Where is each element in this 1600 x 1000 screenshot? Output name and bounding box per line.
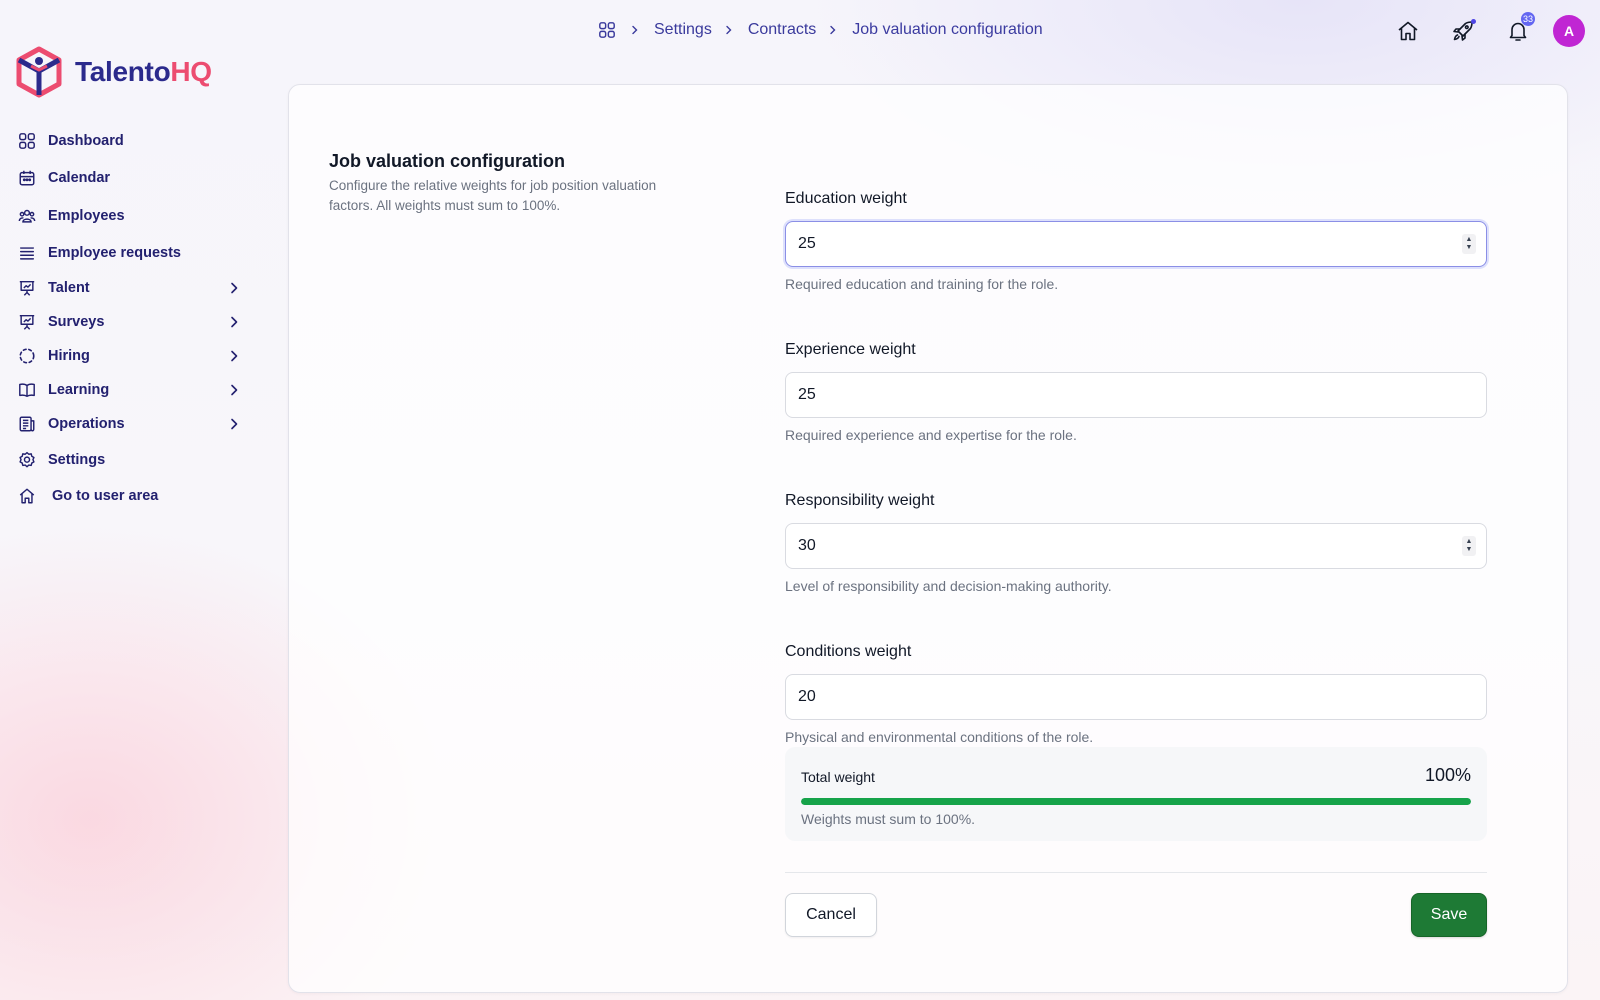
experience-weight-input-wrapper	[785, 372, 1487, 418]
experience-weight-field: Experience weight Required experience an…	[785, 341, 1487, 443]
total-weight-progress-track	[801, 798, 1471, 805]
total-weight-summary: Total weight 100% Weights must sum to 10…	[785, 747, 1487, 841]
brand-name-part2: HQ	[170, 56, 212, 87]
new-indicator-dot	[1471, 19, 1476, 24]
education-weight-input[interactable]	[798, 235, 1474, 253]
grid-icon	[16, 130, 38, 152]
dashed-circle-icon	[16, 345, 38, 367]
calendar-icon	[16, 167, 38, 189]
whats-new-button[interactable]	[1446, 14, 1480, 48]
chevron-right-icon	[724, 24, 736, 36]
chevron-right-icon[interactable]	[226, 314, 242, 330]
top-actions: 33 A	[1370, 12, 1585, 48]
sidebar: TalentoHQ Dashboard Calendar Employees E…	[0, 0, 270, 1000]
sidebar-item-employees[interactable]: Employees	[16, 201, 242, 231]
home-button[interactable]	[1391, 14, 1425, 48]
stepper-down-icon[interactable]: ▼	[1466, 244, 1473, 252]
sidebar-item-label: Settings	[48, 452, 106, 468]
chevron-right-icon[interactable]	[226, 280, 242, 296]
field-label: Education weight	[785, 190, 907, 207]
total-weight-progress-fill	[801, 798, 1471, 805]
home-icon	[1398, 21, 1418, 41]
field-label: Conditions weight	[785, 643, 912, 660]
chevron-right-icon[interactable]	[226, 348, 242, 364]
breadcrumb-settings[interactable]: Settings	[654, 21, 712, 39]
stepper-down-icon[interactable]: ▼	[1466, 546, 1473, 554]
chevron-right-icon[interactable]	[226, 416, 242, 432]
sidebar-item-label: Hiring	[48, 348, 90, 364]
responsibility-weight-field: Responsibility weight ▲ ▼ Level of respo…	[785, 492, 1487, 594]
field-label: Responsibility weight	[785, 492, 935, 509]
form-divider	[785, 872, 1487, 873]
section-description: Configure the relative weights for job p…	[329, 178, 657, 213]
stepper-up-icon[interactable]: ▲	[1466, 538, 1473, 546]
sidebar-item-settings[interactable]: Settings	[16, 445, 242, 475]
breadcrumb-current-page[interactable]: Job valuation configuration	[852, 21, 1042, 39]
sidebar-item-operations[interactable]: Operations	[16, 409, 242, 439]
stepper-up-icon[interactable]: ▲	[1466, 236, 1473, 244]
sidebar-item-label: Operations	[48, 416, 125, 432]
home-icon	[16, 485, 38, 507]
total-weight-label: Total weight	[801, 769, 875, 785]
sidebar-item-label: Surveys	[48, 314, 105, 330]
responsibility-weight-input-wrapper: ▲ ▼	[785, 523, 1487, 569]
total-weight-value: 100%	[1424, 765, 1471, 785]
sidebar-item-label: Dashboard	[48, 133, 124, 149]
avatar[interactable]: A	[1553, 15, 1585, 47]
responsibility-weight-input[interactable]	[798, 537, 1474, 555]
sidebar-item-go-to-user-area[interactable]: Go to user area	[16, 481, 242, 511]
sidebar-item-label: Learning	[48, 382, 110, 398]
sidebar-item-label: Employees	[48, 208, 125, 224]
save-button[interactable]: Save	[1411, 893, 1487, 937]
field-help-text: Required experience and expertise for th…	[785, 427, 1077, 443]
number-stepper[interactable]: ▲ ▼	[1462, 536, 1476, 556]
cancel-button[interactable]: Cancel	[785, 893, 877, 937]
brand-logo[interactable]: TalentoHQ	[15, 46, 212, 98]
sidebar-item-surveys[interactable]: Surveys	[16, 307, 242, 337]
field-help-text: Required education and training for the …	[785, 276, 1059, 292]
breadcrumb-contracts[interactable]: Contracts	[748, 21, 816, 39]
breadcrumb: Settings Contracts Job valuation configu…	[598, 18, 1043, 42]
number-stepper[interactable]: ▲ ▼	[1462, 234, 1476, 254]
list-icon	[16, 242, 38, 264]
total-weight-help-text: Weights must sum to 100%.	[801, 811, 976, 827]
presentation-chart-icon	[16, 277, 38, 299]
field-label: Experience weight	[785, 341, 916, 358]
sidebar-item-label: Go to user area	[52, 488, 159, 504]
conditions-weight-input-wrapper	[785, 674, 1487, 720]
sidebar-item-label: Calendar	[48, 170, 111, 186]
field-help-text: Level of responsibility and decision-mak…	[785, 578, 1112, 594]
notifications-badge: 33	[1520, 12, 1535, 26]
sidebar-item-calendar[interactable]: Calendar	[16, 163, 242, 193]
sidebar-item-employee-requests[interactable]: Employee requests	[16, 238, 242, 268]
chevron-right-icon	[630, 24, 642, 36]
page-title: Job valuation configuration	[329, 151, 566, 171]
chevron-right-icon[interactable]	[226, 382, 242, 398]
conditions-weight-input[interactable]	[798, 688, 1474, 706]
presentation-chart-icon	[16, 311, 38, 333]
sidebar-item-dashboard[interactable]: Dashboard	[16, 126, 242, 156]
field-help-text: Physical and environmental conditions of…	[785, 729, 1094, 745]
sidebar-item-label: Talent	[48, 280, 90, 296]
chevron-right-icon	[828, 24, 840, 36]
education-weight-input-wrapper: ▲ ▼	[785, 221, 1487, 267]
book-icon	[16, 379, 38, 401]
sidebar-item-learning[interactable]: Learning	[16, 375, 242, 405]
logo-cube-icon	[16, 46, 62, 98]
brand-name-part1: Talento	[75, 56, 171, 87]
settings-card: Job valuation configuration Configure th…	[288, 84, 1568, 993]
sidebar-item-hiring[interactable]: Hiring	[16, 341, 242, 371]
sidebar-item-talent[interactable]: Talent	[16, 273, 242, 303]
breadcrumb-home-grid-icon[interactable]	[598, 20, 618, 40]
experience-weight-input[interactable]	[798, 386, 1474, 404]
notifications-button[interactable]: 33	[1501, 12, 1535, 48]
sidebar-item-label: Employee requests	[48, 245, 181, 261]
conditions-weight-field: Conditions weight Physical and environme…	[785, 643, 1487, 745]
brand-name: TalentoHQ	[75, 56, 212, 88]
education-weight-field: Education weight ▲ ▼ Required education …	[785, 190, 1487, 292]
gear-icon	[16, 449, 38, 471]
document-icon	[16, 413, 38, 435]
users-icon	[16, 205, 38, 227]
